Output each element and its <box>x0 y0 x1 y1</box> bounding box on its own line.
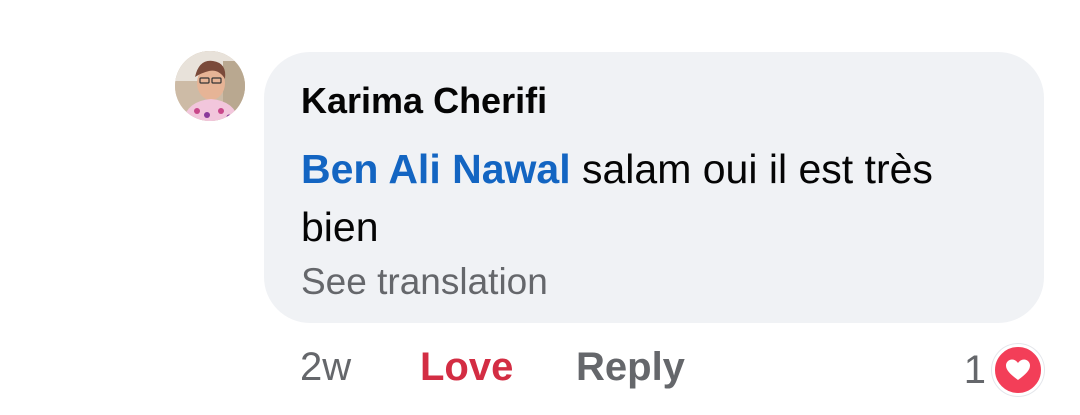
comment-actions: 2w Love Reply <box>0 345 1080 395</box>
love-button[interactable]: Love <box>420 345 513 390</box>
comment-bubble: Karima Cherifi Ben Ali Nawal salam oui i… <box>264 52 1044 323</box>
mention-link[interactable]: Ben Ali Nawal <box>301 146 571 192</box>
comment-author[interactable]: Karima Cherifi <box>301 80 547 122</box>
heart-icon <box>992 344 1044 396</box>
comment: Karima Cherifi Ben Ali Nawal salam oui i… <box>0 0 1080 415</box>
reaction-summary[interactable]: 1 <box>963 344 1044 396</box>
reaction-count: 1 <box>963 347 986 392</box>
comment-timestamp[interactable]: 2w <box>300 345 351 390</box>
avatar[interactable] <box>175 51 245 121</box>
reply-button[interactable]: Reply <box>576 345 685 390</box>
avatar-photo <box>175 51 245 121</box>
see-translation-link[interactable]: See translation <box>301 261 548 303</box>
comment-text: Ben Ali Nawal salam oui il est très bien <box>301 140 1001 256</box>
